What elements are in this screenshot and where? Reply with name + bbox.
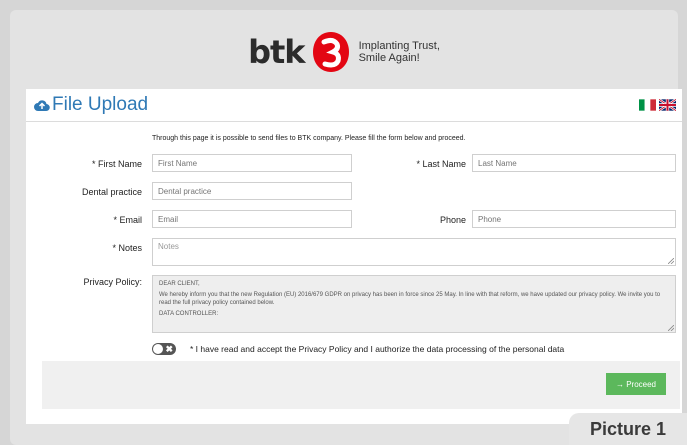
privacy-body: We hereby inform you that the new Regula… [159, 292, 661, 306]
dental-practice-input[interactable] [152, 182, 352, 200]
close-icon: ✖ [165, 344, 173, 354]
privacy-section-heading: DATA CONTROLLER: [159, 311, 219, 317]
page-title: File Upload [52, 94, 149, 115]
resize-grip-icon[interactable] [668, 325, 674, 331]
uk-flag-icon[interactable] [659, 99, 676, 111]
btk-logo-icon [312, 32, 349, 72]
italian-flag-icon[interactable] [639, 99, 656, 111]
notes-placeholder: Notes [158, 242, 179, 251]
first-name-label: * First Name [91, 159, 142, 169]
phone-label: Phone [439, 215, 466, 225]
page-frame: btk Implanting Trust, Smile Again! File … [10, 10, 682, 445]
email-input[interactable] [152, 210, 352, 228]
last-name-input[interactable] [472, 154, 676, 172]
first-name-input[interactable] [152, 154, 352, 172]
dental-practice-label: Dental practice [81, 187, 142, 197]
consent-toggle[interactable]: ✖ [152, 343, 176, 355]
notes-textarea[interactable]: Notes [152, 238, 676, 266]
tagline-line-1: Implanting Trust, [358, 40, 440, 52]
upload-panel: File Upload Through this page it is poss… [26, 89, 682, 424]
notes-label: * Notes [112, 243, 142, 253]
tagline-line-2: Smile Again! [358, 52, 420, 64]
form-footer: → Proceed [42, 361, 680, 409]
email-label: * Email [113, 215, 142, 225]
brand-tagline: Implanting Trust, Smile Again! [359, 40, 440, 64]
cloud-upload-icon [34, 100, 50, 112]
privacy-policy-text[interactable]: DEAR CLIENT, We hereby inform you that t… [152, 275, 676, 333]
intro-text: Through this page it is possible to send… [152, 135, 466, 142]
brand-header: btk Implanting Trust, Smile Again! [10, 22, 678, 82]
panel-header: File Upload [26, 89, 682, 122]
proceed-button[interactable]: → Proceed [606, 373, 666, 395]
resize-grip-icon[interactable] [668, 258, 674, 264]
language-switcher [639, 99, 676, 111]
consent-text: * I have read and accept the Privacy Pol… [190, 344, 565, 354]
privacy-policy-label: Privacy Policy: [83, 277, 142, 287]
phone-input[interactable] [472, 210, 676, 228]
brand-wordmark: btk [248, 33, 305, 71]
privacy-greeting: DEAR CLIENT, [159, 281, 200, 287]
picture-caption: Picture 1 [569, 413, 687, 445]
last-name-label: * Last Name [416, 159, 466, 169]
toggle-knob [153, 344, 163, 354]
